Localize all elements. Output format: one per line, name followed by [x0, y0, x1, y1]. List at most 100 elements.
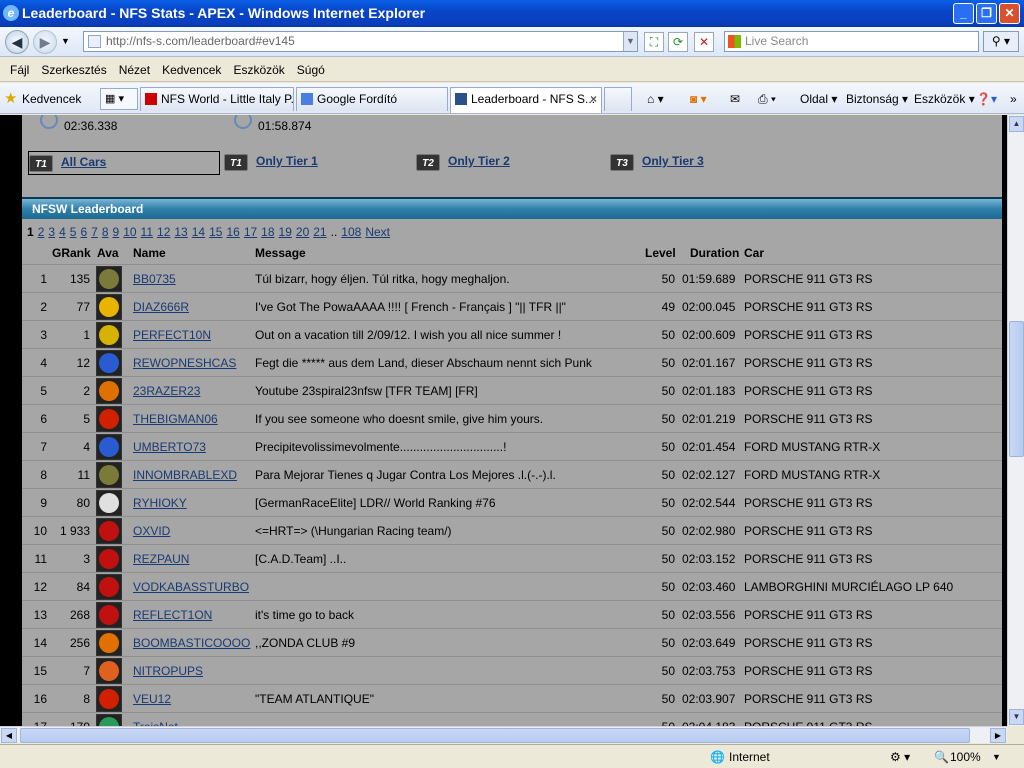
scroll-right-icon[interactable]: ▶: [990, 728, 1006, 743]
avatar[interactable]: [96, 518, 122, 544]
tab-google-translate[interactable]: Google Fordító: [296, 87, 448, 111]
player-name-link[interactable]: REZPAUN: [133, 545, 189, 573]
player-name-link[interactable]: INNOMBRABLEXD: [133, 461, 237, 489]
close-button[interactable]: ✕: [999, 3, 1020, 24]
page-link[interactable]: 9: [113, 225, 120, 239]
page-link[interactable]: 3: [48, 225, 55, 239]
refresh-icon[interactable]: ⟳: [668, 32, 688, 52]
scroll-left-icon[interactable]: ◀: [1, 728, 17, 743]
mail-icon[interactable]: ✉: [730, 89, 740, 109]
print-icon[interactable]: ⎙ ▾: [758, 89, 776, 109]
player-name-link[interactable]: BOOMBASTICOOOO: [133, 629, 250, 657]
page-link[interactable]: 14: [192, 225, 205, 239]
avatar[interactable]: [96, 294, 122, 320]
player-name-link[interactable]: TroisNet: [133, 713, 178, 726]
next-page-link[interactable]: Next: [365, 225, 390, 239]
avatar[interactable]: [96, 434, 122, 460]
avatar[interactable]: [96, 630, 122, 656]
avatar[interactable]: [96, 574, 122, 600]
player-name-link[interactable]: DIAZ666R: [133, 293, 189, 321]
player-name-link[interactable]: OXVID: [133, 517, 170, 545]
menu-view[interactable]: Nézet: [113, 58, 156, 81]
scroll-up-icon[interactable]: ▲: [1009, 116, 1024, 132]
avatar[interactable]: [96, 602, 122, 628]
tab-leaderboard[interactable]: Leaderboard - NFS S... ×: [450, 87, 602, 113]
safety-menu[interactable]: Biztonság ▾: [846, 89, 908, 109]
page-link[interactable]: 7: [91, 225, 98, 239]
menu-edit[interactable]: Szerkesztés: [35, 58, 112, 81]
page-menu[interactable]: Oldal ▾: [800, 89, 837, 109]
minimize-button[interactable]: _: [953, 3, 974, 24]
page-link[interactable]: 8: [102, 225, 109, 239]
tools-menu[interactable]: Eszközök ▾: [914, 89, 975, 109]
search-button[interactable]: ⚲ ▾: [983, 31, 1019, 52]
avatar[interactable]: [96, 714, 122, 726]
page-link[interactable]: 4: [59, 225, 66, 239]
page-link-current[interactable]: 1: [27, 225, 34, 239]
search-input[interactable]: Live Search: [724, 31, 979, 52]
page-link[interactable]: 5: [70, 225, 77, 239]
page-link[interactable]: 2: [38, 225, 45, 239]
tab-youtube[interactable]: NFS World - Little Italy P...: [140, 87, 294, 111]
favorites-button[interactable]: ★ Kedvencek: [4, 89, 81, 109]
avatar[interactable]: [96, 462, 122, 488]
compatibility-icon[interactable]: ⛶: [644, 32, 664, 52]
page-link[interactable]: 20: [296, 225, 309, 239]
filter-all-cars[interactable]: T1 All Cars: [28, 151, 220, 175]
page-link[interactable]: 12: [157, 225, 170, 239]
avatar[interactable]: [96, 266, 122, 292]
scroll-down-icon[interactable]: ▼: [1009, 709, 1024, 725]
page-link[interactable]: 11: [141, 225, 153, 239]
rss-icon[interactable]: ◙ ▾: [690, 89, 707, 109]
avatar[interactable]: [96, 658, 122, 684]
menu-favorites[interactable]: Kedvencek: [156, 58, 227, 81]
player-name-link[interactable]: THEBIGMAN06: [133, 405, 218, 433]
new-tab-button[interactable]: [604, 87, 632, 111]
history-dropdown-icon[interactable]: ▼: [61, 36, 70, 46]
filter-link[interactable]: Only Tier 2: [448, 154, 510, 168]
menu-help[interactable]: Súgó: [291, 58, 331, 81]
player-name-link[interactable]: VODKABASSTURBO: [133, 573, 249, 601]
player-name-link[interactable]: 23RAZER23: [133, 377, 200, 405]
stop-icon[interactable]: ✕: [694, 32, 714, 52]
scroll-thumb[interactable]: [1009, 321, 1024, 457]
player-name-link[interactable]: UMBERTO73: [133, 433, 206, 461]
home-icon[interactable]: ⌂ ▾: [647, 89, 664, 109]
avatar[interactable]: [96, 378, 122, 404]
page-link[interactable]: 16: [226, 225, 239, 239]
hscroll-thumb[interactable]: [20, 728, 970, 743]
back-button[interactable]: ◀: [5, 30, 29, 54]
forward-button[interactable]: ▶: [33, 30, 57, 54]
player-name-link[interactable]: REWOPNESHCAS: [133, 349, 236, 377]
avatar[interactable]: [96, 546, 122, 572]
quick-tabs-button[interactable]: ▦ ▾: [100, 88, 138, 110]
page-link-last[interactable]: 108: [341, 225, 361, 239]
player-name-link[interactable]: PERFECT10N: [133, 321, 211, 349]
avatar[interactable]: [96, 322, 122, 348]
help-icon[interactable]: ❓▾: [976, 89, 997, 109]
page-link[interactable]: 10: [123, 225, 136, 239]
page-link[interactable]: 19: [279, 225, 292, 239]
avatar[interactable]: [96, 406, 122, 432]
protected-mode-icon[interactable]: ⚙ ▾: [890, 748, 910, 766]
page-link[interactable]: 13: [174, 225, 187, 239]
vertical-scrollbar[interactable]: ▲ ▼: [1007, 115, 1024, 726]
page-link[interactable]: 6: [80, 225, 87, 239]
close-tab-icon[interactable]: ×: [590, 88, 597, 110]
player-name-link[interactable]: RYHIOKY: [133, 489, 187, 517]
page-link[interactable]: 21: [313, 225, 326, 239]
menu-tools[interactable]: Eszközök: [227, 58, 290, 81]
avatar[interactable]: [96, 350, 122, 376]
filter-link[interactable]: Only Tier 1: [256, 154, 318, 168]
maximize-button[interactable]: ❐: [976, 3, 997, 24]
address-field[interactable]: http://nfs-s.com/leaderboard#ev145 ▼: [83, 31, 638, 52]
player-name-link[interactable]: BB0735: [133, 265, 176, 293]
page-link[interactable]: 15: [209, 225, 222, 239]
filter-link[interactable]: Only Tier 3: [642, 154, 704, 168]
zoom-dropdown-icon[interactable]: ▼: [992, 748, 1001, 766]
player-name-link[interactable]: REFLECT1ON: [133, 601, 212, 629]
filter-link[interactable]: All Cars: [61, 155, 106, 169]
address-dropdown-icon[interactable]: ▼: [623, 32, 637, 51]
avatar[interactable]: [96, 490, 122, 516]
zoom-level[interactable]: 100%: [950, 748, 981, 766]
